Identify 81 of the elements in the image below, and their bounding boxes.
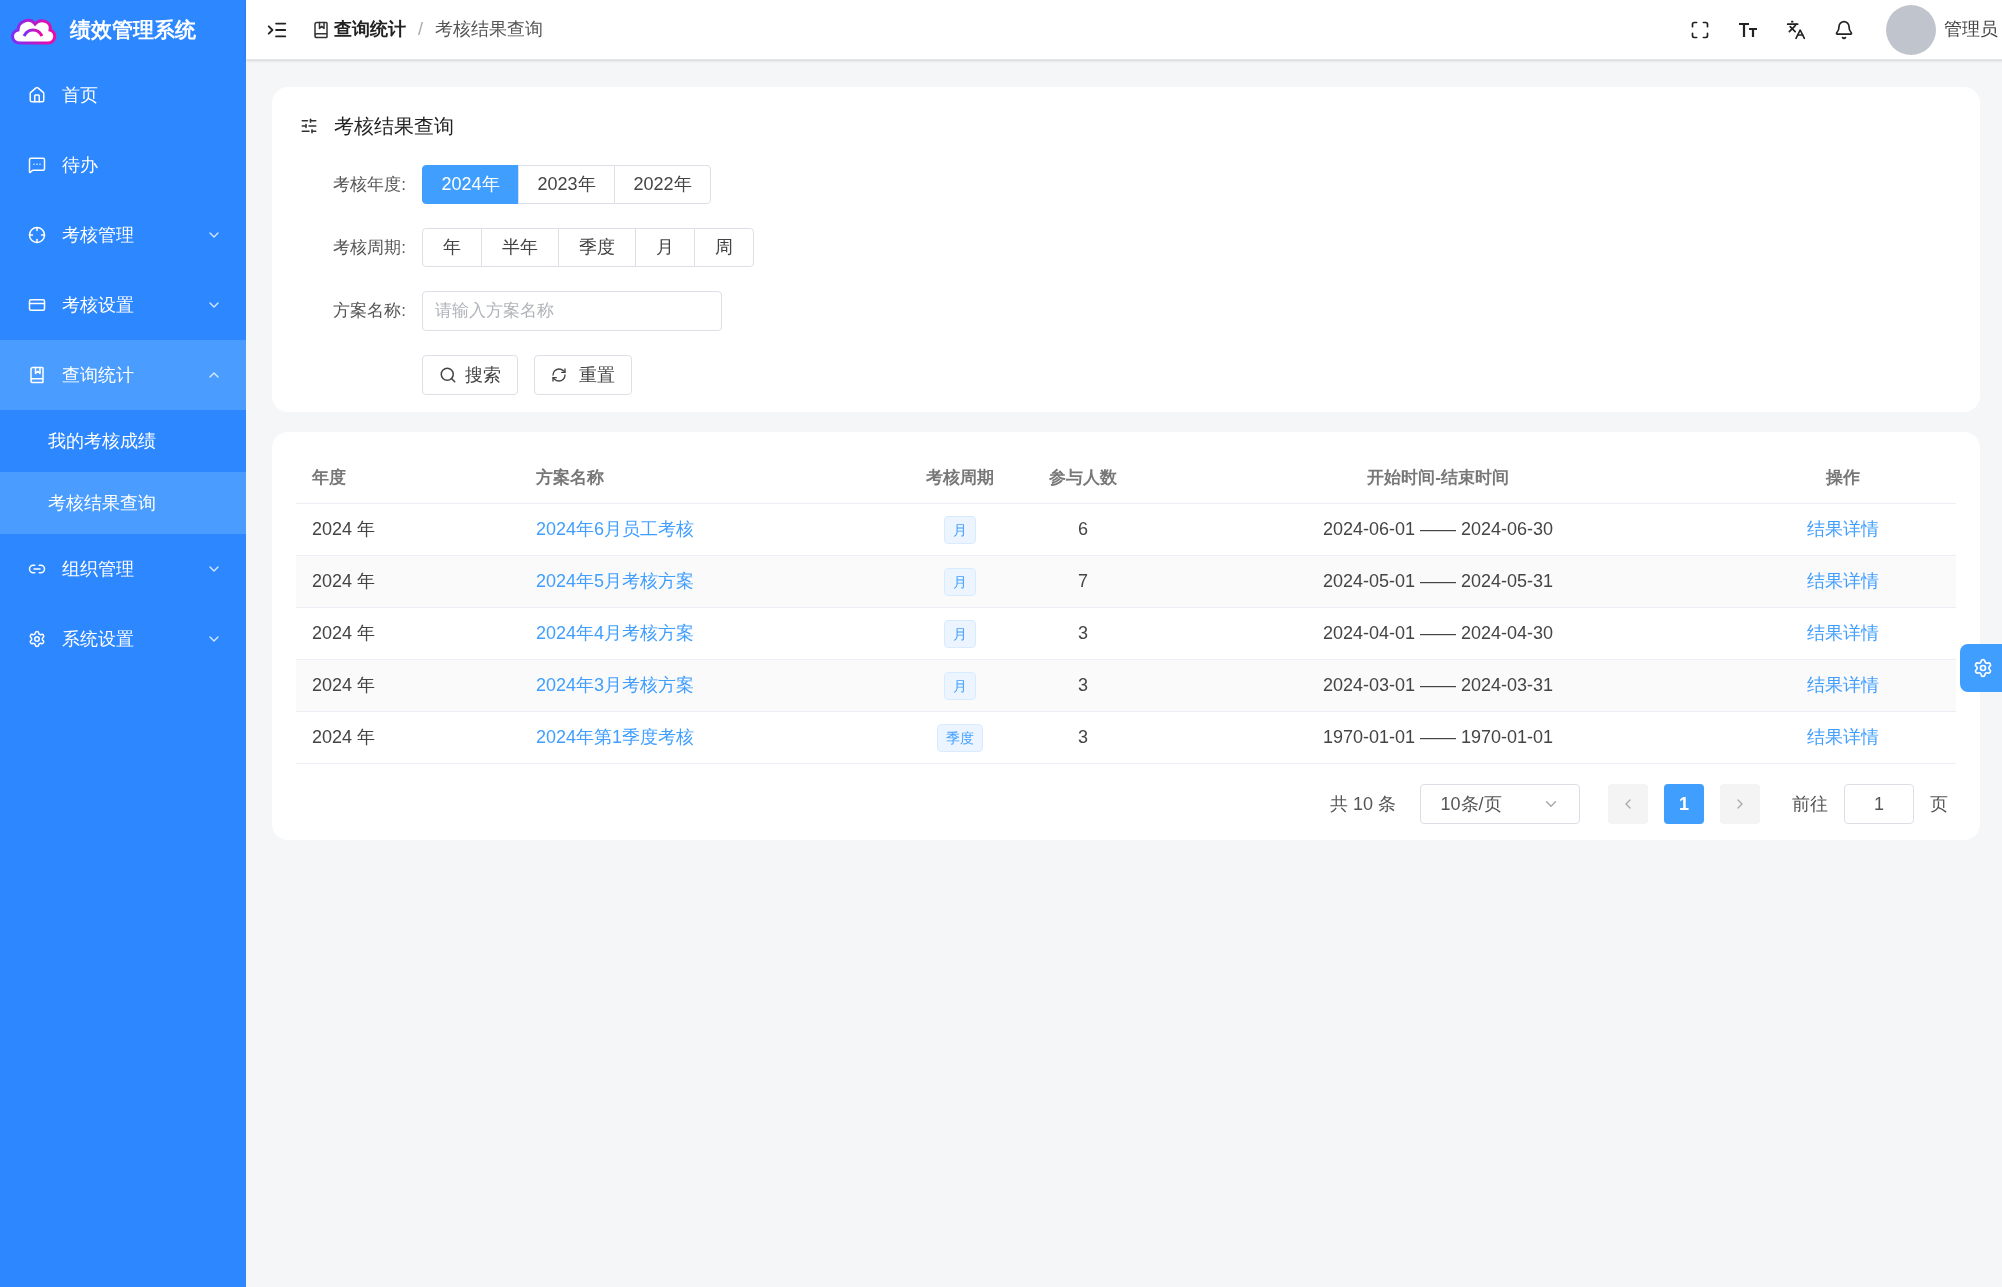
period-option[interactable]: 月 — [635, 228, 695, 267]
period-option[interactable]: 周 — [694, 228, 754, 267]
details-link[interactable]: 结果详情 — [1807, 568, 1879, 595]
page-suffix: 页 — [1930, 792, 1948, 816]
column-header: 操作 — [1824, 466, 1861, 489]
period-tag: 季度 — [937, 723, 983, 752]
plan-link[interactable]: 2024年4月考核方案 — [520, 620, 900, 647]
refresh-icon — [551, 367, 567, 383]
breadcrumb-item: 考核结果查询 — [435, 18, 543, 41]
sidebar-item[interactable]: 首页 — [0, 60, 246, 130]
app-title: 绩效管理系统 — [70, 17, 196, 44]
plan-link[interactable]: 2024年6月员工考核 — [520, 516, 900, 543]
plan-link[interactable]: 2024年5月考核方案 — [520, 568, 900, 595]
search-icon — [439, 366, 457, 384]
sidebar-item[interactable]: 考核设置 — [0, 270, 246, 340]
bell-icon[interactable] — [1834, 19, 1854, 40]
breadcrumb-item[interactable]: 查询统计 — [334, 16, 406, 43]
period-option[interactable]: 季度 — [558, 228, 636, 267]
book-icon — [312, 20, 330, 39]
year-option[interactable]: 2023年 — [518, 165, 615, 204]
table-cell-text: 2024-03-01 —— 2024-03-31 — [1321, 674, 1555, 697]
table-cell-text: 2024-04-01 —— 2024-04-30 — [1321, 622, 1555, 645]
period-option[interactable]: 年 — [422, 228, 482, 267]
table-cell-text: 2024 年 — [311, 674, 377, 697]
field-label: 方案名称: — [332, 300, 407, 323]
column-header: 考核周期 — [925, 466, 995, 489]
table-cell-text: 2024 年 — [311, 518, 377, 541]
column-header: 年度 — [311, 466, 347, 489]
column-header: 开始时间-结束时间 — [1366, 466, 1510, 489]
table-cell-text: 2024 年 — [311, 622, 377, 645]
breadcrumb-separator: / — [418, 18, 423, 41]
sidebar-item[interactable]: 考核管理 — [0, 200, 246, 270]
details-link[interactable]: 结果详情 — [1807, 672, 1879, 699]
details-link[interactable]: 结果详情 — [1807, 516, 1879, 543]
year-option[interactable]: 2024年 — [422, 165, 519, 204]
table-cell-text: 2024-06-01 —— 2024-06-30 — [1321, 518, 1555, 541]
sidebar-item[interactable]: 组织管理 — [0, 534, 246, 604]
period-tag: 月 — [944, 619, 976, 648]
table-cell-text: 6 — [1077, 518, 1089, 541]
field-label: 考核周期: — [332, 236, 407, 259]
plan-name-input[interactable]: 请输入方案名称 — [422, 291, 722, 331]
table-cell-text: 2024 年 — [311, 570, 377, 593]
table-cell-text: 2024 年 — [311, 726, 377, 749]
details-link[interactable]: 结果详情 — [1807, 620, 1879, 647]
period-tag: 月 — [944, 567, 976, 596]
goto-label: 前往 — [1792, 792, 1828, 816]
settings-icon — [1973, 658, 1993, 678]
page-size-select[interactable]: 10条/页 — [1420, 784, 1580, 824]
plan-link[interactable]: 2024年第1季度考核 — [520, 724, 900, 751]
table-cell-text: 1970-01-01 —— 1970-01-01 — [1321, 726, 1555, 749]
table-cell-text: 3 — [1077, 674, 1089, 697]
column-header: 方案名称 — [535, 466, 605, 489]
table-cell-text: 3 — [1077, 726, 1089, 749]
user-name[interactable]: 管理员 — [1944, 16, 1998, 43]
period-option[interactable]: 半年 — [481, 228, 559, 267]
translate-icon[interactable] — [1786, 19, 1806, 40]
sidebar-subitem[interactable]: 我的考核成绩 — [0, 410, 246, 472]
fullscreen-icon[interactable] — [1690, 19, 1710, 40]
sidebar-item[interactable]: 查询统计 — [0, 340, 246, 410]
period-tag: 月 — [944, 671, 976, 700]
period-tag: 月 — [944, 515, 976, 544]
total-count: 共 10 条 — [1329, 792, 1396, 816]
year-option[interactable]: 2022年 — [614, 165, 711, 204]
page-number[interactable]: 1 — [1664, 784, 1704, 824]
plan-link[interactable]: 2024年3月考核方案 — [520, 672, 900, 699]
font-size-icon[interactable] — [1738, 20, 1758, 39]
table-cell-text: 3 — [1077, 622, 1089, 645]
sidebar-subitem[interactable]: 考核结果查询 — [0, 472, 246, 534]
column-header: 参与人数 — [1048, 466, 1118, 489]
sidebar-item[interactable]: 待办 — [0, 130, 246, 200]
search-button[interactable]: 搜索 — [422, 355, 518, 395]
goto-page-input[interactable]: 1 — [1844, 784, 1914, 824]
reset-button[interactable]: 重置 — [534, 355, 632, 395]
field-label: 考核年度: — [332, 173, 407, 196]
filter-icon — [300, 117, 318, 135]
card-title: 考核结果查询 — [334, 114, 454, 139]
settings-button[interactable] — [1960, 644, 2002, 692]
table-cell-text: 7 — [1077, 570, 1089, 593]
sidebar-item[interactable]: 系统设置 — [0, 604, 246, 674]
details-link[interactable]: 结果详情 — [1807, 724, 1879, 751]
table-cell-text: 2024-05-01 —— 2024-05-31 — [1321, 570, 1555, 593]
